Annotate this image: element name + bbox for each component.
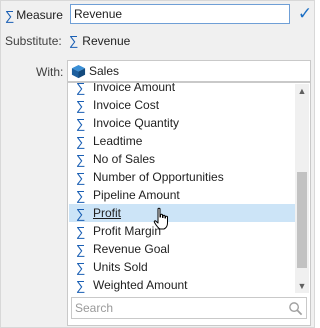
hand-pointer-icon <box>153 207 168 230</box>
list-item[interactable]: ∑ Units Sold <box>69 258 297 276</box>
sigma-icon: ∑ <box>76 187 86 203</box>
search-icon[interactable] <box>288 301 303 316</box>
sigma-icon: ∑ <box>76 169 86 185</box>
sigma-icon: ∑ <box>76 82 86 95</box>
scroll-down-icon[interactable]: ▼ <box>295 279 309 293</box>
sigma-icon: ∑ <box>76 259 86 275</box>
list-item-label: Invoice Cost <box>93 98 160 112</box>
list-item-label: Leadtime <box>93 134 143 148</box>
substitute-label: Substitute: <box>5 34 62 48</box>
measure-list: ∑ Invoice Amount ∑ Invoice Cost ∑ Invoice Q… <box>69 82 297 294</box>
list-item[interactable]: ∑ Leadtime <box>69 132 297 150</box>
scroll-up-icon[interactable]: ▲ <box>295 84 309 98</box>
sigma-icon: ∑ <box>76 151 86 167</box>
list-item-label: Profit <box>93 206 122 220</box>
scroll-thumb[interactable] <box>297 172 307 268</box>
with-model-combo[interactable]: Sales <box>67 60 311 82</box>
list-item-hovered[interactable]: ∑ Profit <box>69 204 297 222</box>
list-item[interactable]: ∑ Invoice Quantity <box>69 114 297 132</box>
list-item-label: No of Sales <box>93 152 156 166</box>
list-item[interactable]: ∑ Number of Opportunities <box>69 168 297 186</box>
sigma-icon: ∑ <box>76 241 86 257</box>
sigma-icon: ∑ <box>76 97 86 113</box>
substitute-value-text: Revenue <box>82 33 131 48</box>
list-item-label: Revenue Goal <box>93 242 170 256</box>
list-scrollbar[interactable]: ▲ ▼ <box>295 84 309 293</box>
list-item[interactable]: ∑ No of Sales <box>69 150 297 168</box>
measure-dropdown-list: ∑ Invoice Amount ∑ Invoice Cost ∑ Invoice Q… <box>67 82 311 326</box>
with-label: With: <box>36 65 64 79</box>
list-item[interactable]: ∑ Invoice Amount <box>69 82 297 96</box>
substitute-value: ∑ Revenue <box>69 33 130 48</box>
list-item[interactable]: ∑ Revenue Goal <box>69 240 297 258</box>
list-item[interactable]: ∑ Profit Margin <box>69 222 297 240</box>
checkmark-icon[interactable]: ✓ <box>296 4 314 24</box>
substitute-measure-panel: ∑ Measure ✓ Substitute: ∑ Revenue With: … <box>0 0 315 328</box>
list-item-label: Weighted Amount <box>93 278 188 292</box>
measure-tag: ∑ Measure <box>5 4 63 26</box>
cube-icon <box>71 64 86 78</box>
sigma-icon: ∑ <box>76 115 86 131</box>
list-item-label: Units Sold <box>93 260 148 274</box>
measure-name-input[interactable] <box>70 4 290 24</box>
sigma-icon: ∑ <box>5 7 15 23</box>
list-item[interactable]: ∑ Pipeline Amount <box>69 186 297 204</box>
with-model-value: Sales <box>89 64 120 78</box>
list-item[interactable]: ∑ Invoice Cost <box>69 96 297 114</box>
search-input[interactable] <box>72 298 282 318</box>
sigma-icon: ∑ <box>76 205 86 221</box>
list-item-label: Invoice Quantity <box>93 116 180 130</box>
list-item-label: Invoice Amount <box>93 82 176 94</box>
list-item-label: Profit Margin <box>93 224 162 238</box>
sigma-icon: ∑ <box>69 33 79 48</box>
sigma-icon: ∑ <box>76 133 86 149</box>
sigma-icon: ∑ <box>76 277 86 293</box>
sigma-icon: ∑ <box>76 223 86 239</box>
list-item-label: Number of Opportunities <box>93 170 224 184</box>
search-box <box>71 297 307 319</box>
list-item[interactable]: ∑ Weighted Amount <box>69 276 297 294</box>
list-item-label: Pipeline Amount <box>93 188 180 202</box>
measure-tag-label: Measure <box>16 8 63 22</box>
